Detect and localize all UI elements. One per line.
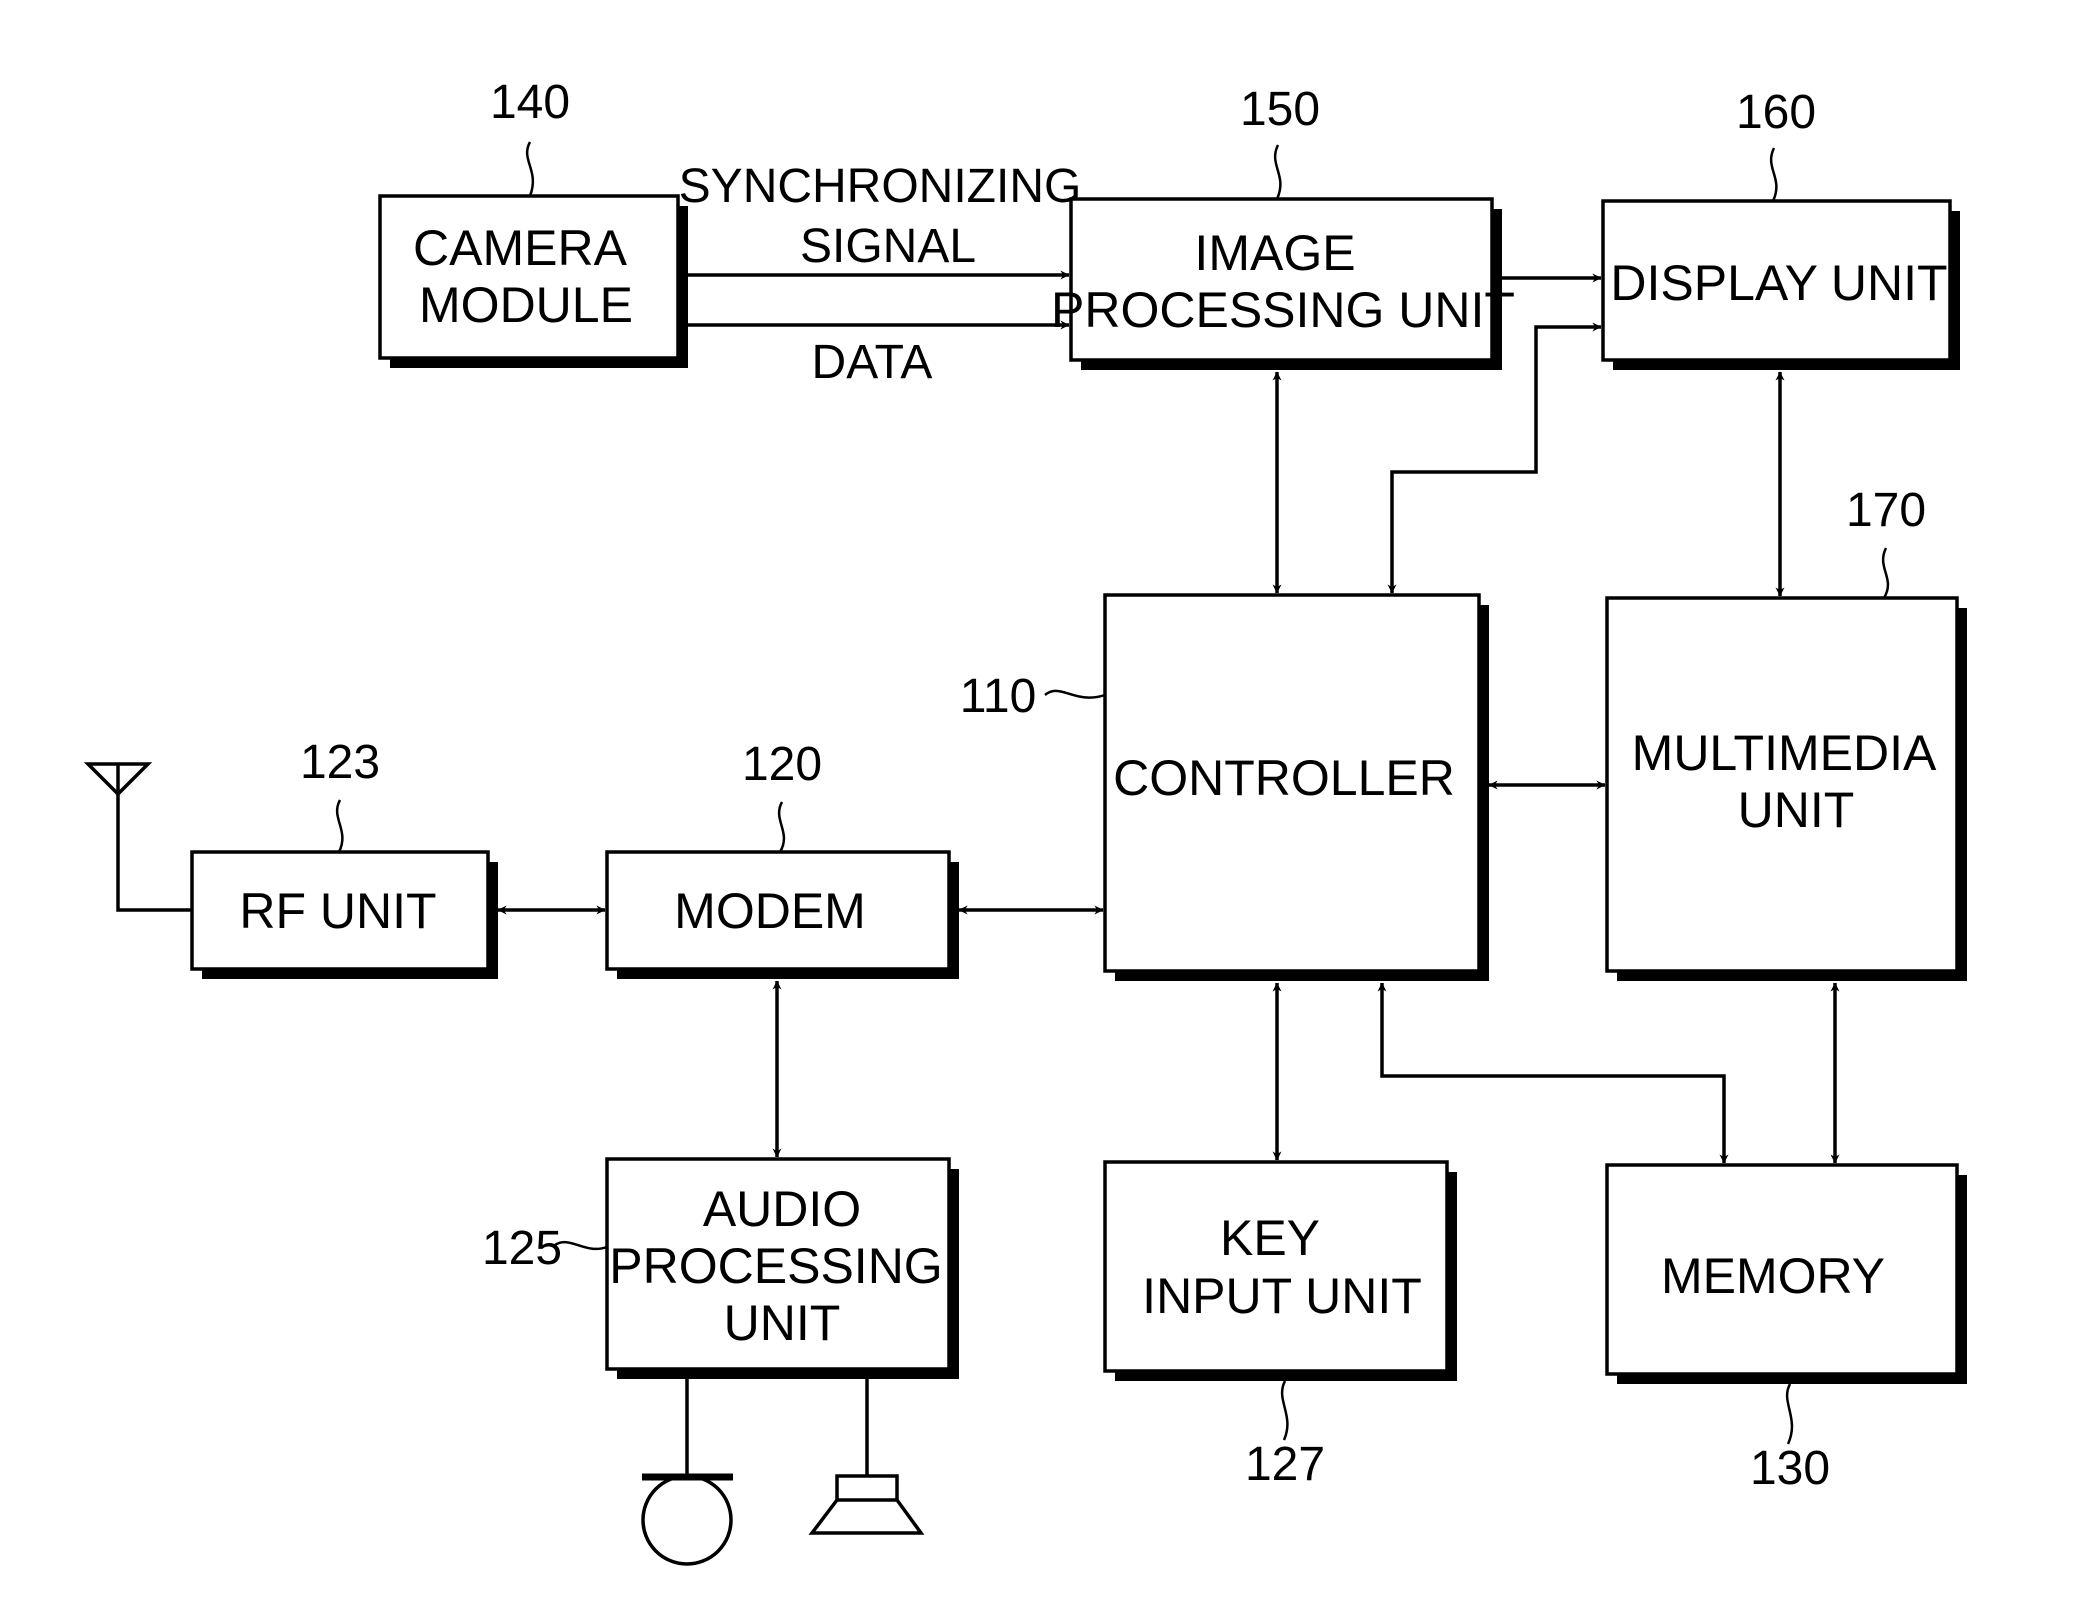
ref-160: 160 [1736,86,1816,139]
display-unit-block: DISPLAY UNIT [1601,199,1960,370]
rf-unit-block: RF UNIT [190,850,498,979]
leader-110 [1044,689,1106,699]
ref-150: 150 [1240,83,1320,136]
leader-130 [1785,1383,1794,1445]
speaker-icon [808,1379,925,1535]
leader-160 [1769,147,1778,202]
image-processing-label-2: PROCESSING UNIT [1051,282,1515,338]
key-input-label-2: INPUT UNIT [1142,1268,1422,1324]
ref-130: 130 [1750,1442,1830,1495]
image-processing-unit-block: IMAGE PROCESSING UNIT [1051,197,1515,370]
leader-127 [1280,1380,1289,1441]
ref-140: 140 [490,76,570,129]
multimedia-label-1: MULTIMEDIA [1632,725,1937,781]
controller-block: CONTROLLER [1103,593,1489,981]
microphone-icon [641,1379,733,1566]
ref-125: 125 [482,1222,562,1275]
display-unit-label: DISPLAY UNIT [1610,255,1947,311]
modem-block: MODEM [605,850,959,979]
leader-123 [335,799,344,853]
ref-170: 170 [1846,484,1926,537]
antenna-icon [83,762,192,912]
ref-110: 110 [960,670,1037,723]
image-processing-label-1: IMAGE [1194,225,1355,281]
leader-150 [1273,144,1282,200]
audio-label-2: PROCESSING [609,1238,942,1294]
data-signal-label: DATA [812,336,933,389]
multimedia-label-2: UNIT [1738,782,1855,838]
rf-unit-label: RF UNIT [239,883,436,939]
camera-module-label-2: MODULE [419,277,633,333]
camera-module-label-1: CAMERA [413,220,628,276]
audio-processing-unit-block: AUDIO PROCESSING UNIT [605,1157,959,1379]
memory-block: MEMORY [1605,1163,1967,1384]
ref-123: 123 [300,736,380,789]
audio-label-1: AUDIO [703,1181,861,1237]
sync-signal-label-1: SYNCHRONIZING [679,160,1082,213]
leader-170 [1881,547,1890,599]
controller-label: CONTROLLER [1113,750,1455,806]
controller-memory-arrow [1377,982,1729,1164]
ref-120: 120 [742,738,822,791]
multimedia-unit-block: MULTIMEDIA UNIT [1605,596,1967,981]
modem-label: MODEM [674,883,866,939]
block-diagram: CAMERA MODULE IMAGE PROCESSING UNIT DISP… [83,76,1967,1566]
leader-125 [554,1240,608,1251]
sync-signal-label-2: SIGNAL [800,220,976,273]
memory-label: MEMORY [1661,1248,1885,1304]
camera-module-block: CAMERA MODULE [378,194,688,368]
audio-label-3: UNIT [724,1295,841,1351]
key-input-unit-block: KEY INPUT UNIT [1103,1160,1457,1381]
leader-120 [777,801,786,853]
leader-140 [525,141,535,197]
key-input-label-1: KEY [1220,1210,1320,1266]
ref-127: 127 [1245,1438,1325,1491]
